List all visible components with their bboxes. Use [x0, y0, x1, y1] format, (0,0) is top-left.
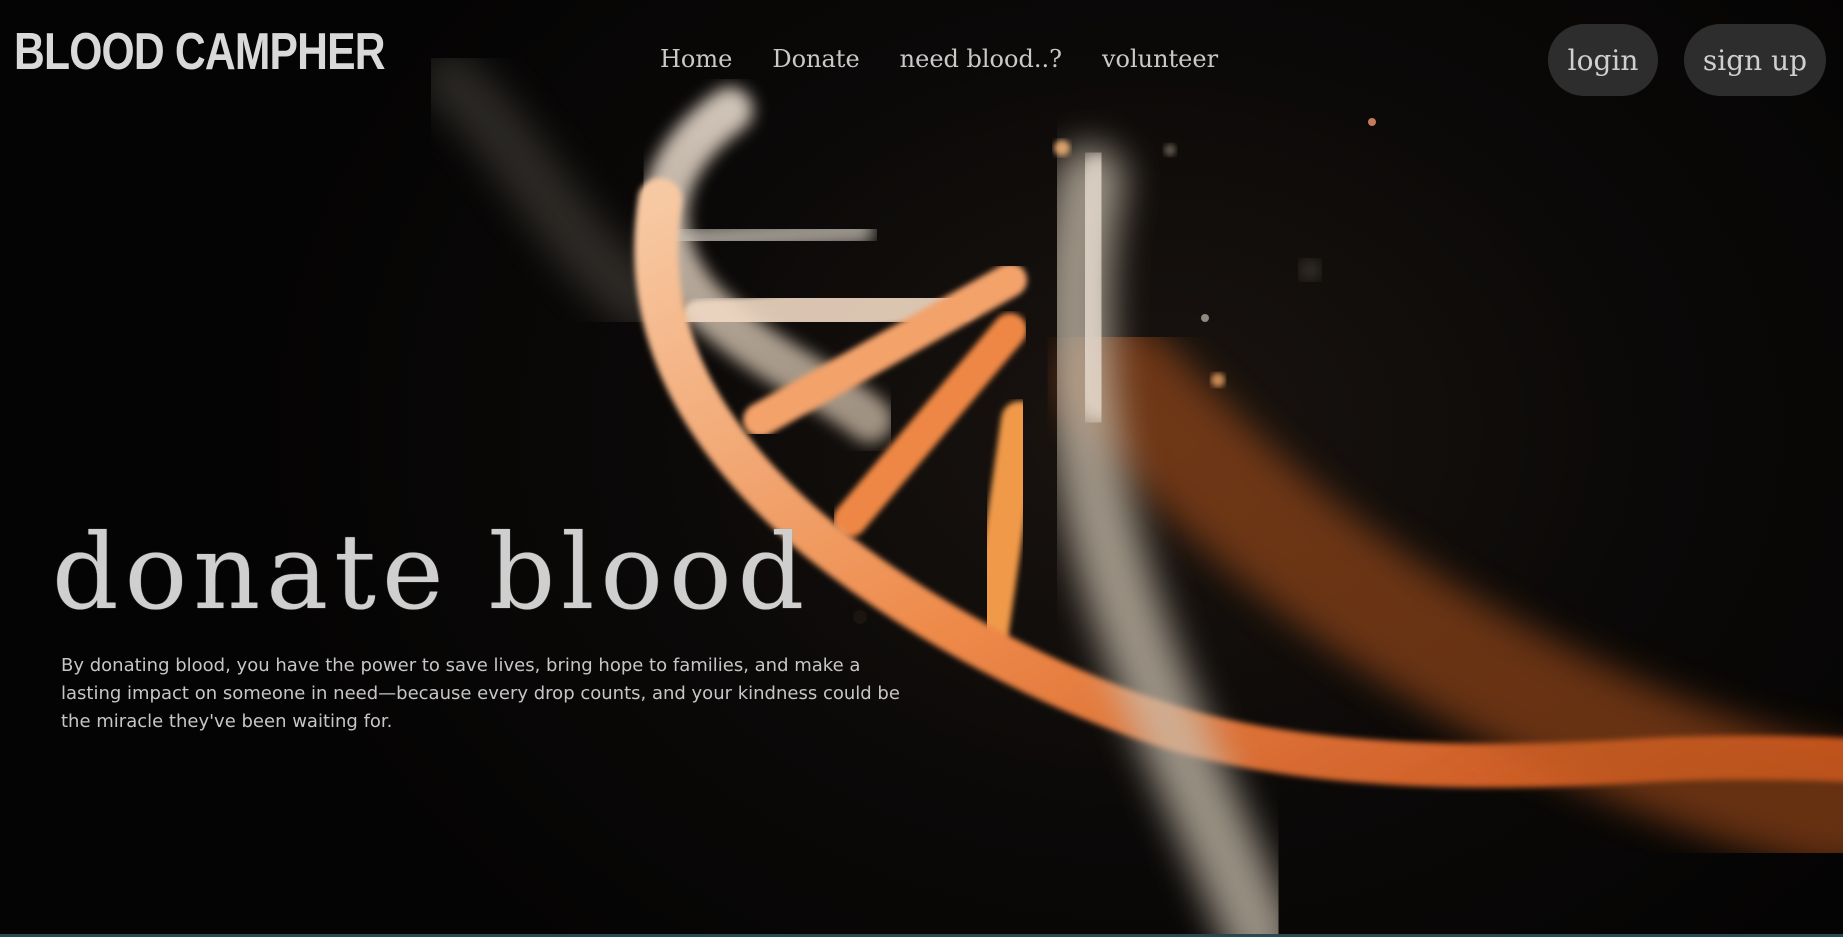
nav-donate[interactable]: Donate — [772, 46, 859, 73]
nav-volunteer[interactable]: volunteer — [1102, 46, 1218, 73]
hero-description: By donating blood, you have the power to… — [61, 655, 900, 732]
hero-title: donate blood — [52, 511, 811, 633]
main-nav: Home Donate need blood..? volunteer — [660, 46, 1258, 73]
brand-logo[interactable]: BLOOD CAMPHER — [14, 26, 386, 78]
dna-helix-image — [420, 50, 1843, 937]
signup-button[interactable]: sign up — [1684, 24, 1826, 96]
login-button[interactable]: login — [1548, 24, 1658, 96]
nav-home[interactable]: Home — [660, 46, 732, 73]
nav-need-blood[interactable]: need blood..? — [900, 46, 1062, 73]
page: BLOOD CAMPHER Home Donate need blood..? … — [0, 0, 1843, 937]
